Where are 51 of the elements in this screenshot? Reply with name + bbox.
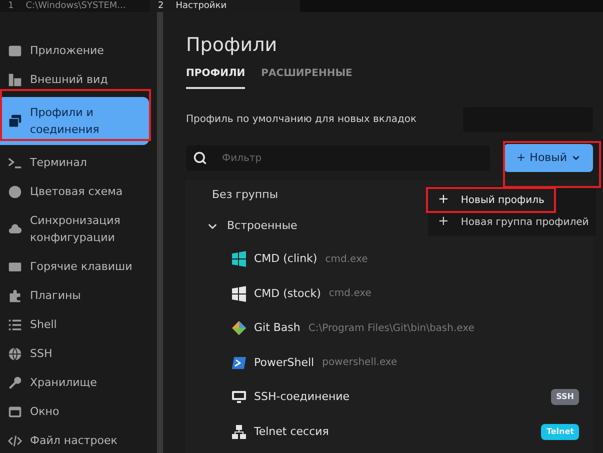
globe-icon	[8, 346, 22, 360]
scrollbar[interactable]	[157, 12, 163, 453]
sidebar-item[interactable]: Окно	[0, 397, 149, 426]
profile-row[interactable]: Telnet сессия Telnet	[206, 414, 579, 449]
sidebar-item[interactable]: Хранилище	[0, 368, 149, 397]
profile-row[interactable]: CMD (stock) cmd.exe	[206, 276, 579, 311]
page-tab[interactable]: РАСШИРЕННЫЕ	[261, 66, 352, 89]
menu-item[interactable]: + Новая группа профилей	[428, 211, 596, 233]
sidebar-item[interactable]: Горячие клавиши	[0, 252, 149, 281]
profile-badge: Telnet	[541, 424, 579, 440]
profile-row[interactable]: CMD (clink) cmd.exe	[206, 242, 579, 276]
sidebar-item[interactable]: Приложение	[0, 36, 149, 65]
puzzle-icon	[8, 288, 22, 302]
profile-row[interactable]: Git Bash C:\Program Files\Git\bin\bash.exe	[206, 311, 579, 346]
sidebar-item[interactable]: Плагины	[0, 281, 149, 310]
list-icon	[8, 318, 22, 332]
sidebar-item[interactable]: Терминал	[0, 148, 149, 177]
page-title: Профили	[186, 33, 278, 58]
diamond-logo-icon	[231, 320, 247, 336]
windows-logo-icon	[231, 286, 247, 302]
page-tab[interactable]: ПРОФИЛИ	[186, 66, 246, 89]
caret-icon	[571, 153, 581, 163]
profile-row[interactable]: PowerShell powershell.exe	[206, 346, 579, 380]
sidebar-item[interactable]: Файл настроек	[0, 426, 149, 453]
menu-item[interactable]: + Новый профиль	[428, 189, 554, 211]
sidebar-item[interactable]: Внешний вид	[0, 65, 149, 94]
window-tab[interactable]: 2 Настройки	[150, 0, 300, 12]
window-icon	[8, 404, 22, 418]
windows-stack-icon	[8, 114, 22, 128]
windows-logo-icon	[231, 251, 247, 268]
terminal-icon	[8, 156, 22, 170]
profile-row[interactable]: SSH-соединение SSH	[206, 380, 579, 414]
sidebar-item[interactable]: Синхронизация конфигурации	[0, 206, 149, 252]
code-icon	[8, 434, 22, 448]
sidebar-item[interactable]: Shell	[0, 310, 149, 339]
app-window-icon	[8, 44, 22, 58]
new-button[interactable]: + Новый	[504, 144, 593, 172]
default-profile-label: Профиль по умолчанию для новых вкладок	[186, 113, 417, 127]
sidebar-item[interactable]: SSH	[0, 339, 149, 368]
network-icon	[231, 424, 247, 440]
sidebar-item[interactable]: Цветовая схема	[0, 177, 149, 206]
search-icon	[193, 151, 207, 165]
filter-field[interactable]: Фильтр	[186, 145, 490, 171]
sidebar-item[interactable]: Профили и соединения	[0, 97, 149, 145]
profile-badge: SSH	[551, 389, 579, 406]
window-tab[interactable]: 1 C:\Windows\SYSTEM...	[0, 0, 150, 12]
paint-icon	[8, 72, 22, 86]
monitor-icon	[231, 389, 247, 406]
powershell-icon	[231, 354, 247, 371]
key-icon	[8, 376, 22, 390]
cloud-icon	[8, 222, 22, 236]
